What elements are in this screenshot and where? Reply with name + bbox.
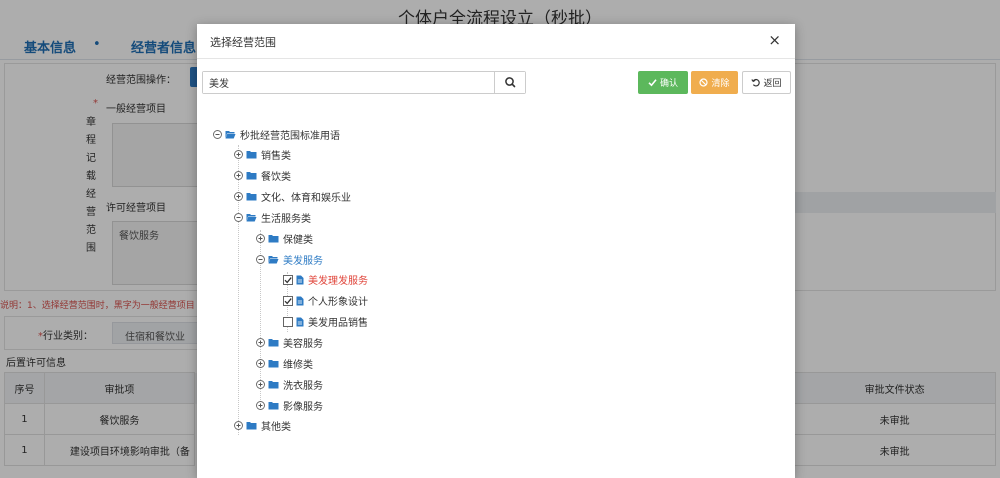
undo-icon xyxy=(751,79,761,87)
tree-node-label: 维修类 xyxy=(283,359,313,371)
file-icon xyxy=(296,275,304,285)
tree-node-label: 销售类 xyxy=(261,151,291,163)
confirm-button[interactable]: 确认 xyxy=(638,71,688,94)
dialog-title: 选择经营范围 xyxy=(210,36,276,49)
folder-icon xyxy=(268,359,279,368)
dialog-header: 选择经营范围 × xyxy=(197,24,795,59)
folder-open-icon xyxy=(225,130,236,138)
checkbox-checked[interactable] xyxy=(283,295,293,306)
expand-icon[interactable] xyxy=(234,171,243,181)
tree-folder-item[interactable]: 生活服务类 xyxy=(234,209,311,225)
tree-node-label: 餐饮类 xyxy=(261,172,291,184)
expand-icon[interactable] xyxy=(234,150,243,160)
folder-open-icon xyxy=(268,255,279,264)
ban-icon xyxy=(699,78,709,87)
check-icon xyxy=(648,79,657,87)
back-button[interactable]: 返回 xyxy=(742,71,791,94)
expand-icon[interactable] xyxy=(256,233,265,243)
folder-icon xyxy=(268,234,279,243)
clear-button[interactable]: 清除 xyxy=(691,71,738,94)
tree-node-label: 美发用品销售 xyxy=(308,318,368,330)
tree-folder-item[interactable]: 秒批经营范围标准用语 xyxy=(213,126,340,142)
tree-folder-item[interactable]: 美容服务 xyxy=(256,335,323,351)
checkbox-checked[interactable] xyxy=(283,274,293,285)
file-icon xyxy=(296,296,304,306)
expand-icon[interactable] xyxy=(256,379,265,389)
tree-folder-item[interactable]: 保健类 xyxy=(256,230,313,246)
expand-icon[interactable] xyxy=(234,421,243,431)
tree-node-label: 个人形象设计 xyxy=(308,297,368,309)
collapse-icon[interactable] xyxy=(256,254,265,264)
tree-folder-item[interactable]: 影像服务 xyxy=(256,397,323,413)
tree-node-label: 保健类 xyxy=(283,234,313,246)
tree-leaf-item[interactable]: 美发用品销售 xyxy=(283,314,368,330)
tree-leaf-item[interactable]: 美发理发服务 xyxy=(283,272,368,288)
folder-icon xyxy=(246,151,257,159)
tree-node-label: 生活服务类 xyxy=(261,213,311,225)
tree-node-label: 美发理发服务 xyxy=(308,276,368,288)
tree-node-label: 美容服务 xyxy=(283,339,323,350)
search-input[interactable] xyxy=(203,72,495,93)
search-box xyxy=(202,71,526,94)
folder-open-icon xyxy=(246,213,257,222)
scope-select-dialog: 选择经营范围 × 确认 清除 返回 秒批经营范围标准用语销售类餐饮类文化、体育和… xyxy=(197,24,795,478)
tree-node-label: 秒批经营范围标准用语 xyxy=(240,130,340,142)
tree-leaf-item[interactable]: 个人形象设计 xyxy=(283,293,368,309)
expand-icon[interactable] xyxy=(234,192,243,201)
tree-folder-item[interactable]: 维修类 xyxy=(256,355,313,371)
tree-folder-item[interactable]: 美发服务 xyxy=(256,251,323,267)
tree-node-label: 文化、体育和娱乐业 xyxy=(261,193,351,205)
tree-folder-item[interactable]: 其他类 xyxy=(234,418,291,434)
tree-folder-item[interactable]: 洗衣服务 xyxy=(256,376,323,392)
file-icon xyxy=(296,317,304,327)
tree-node-label: 美发服务 xyxy=(283,255,323,267)
folder-icon xyxy=(246,422,257,430)
tree-node-label: 其他类 xyxy=(261,422,291,434)
tree-folder-item[interactable]: 销售类 xyxy=(234,147,291,163)
expand-icon[interactable] xyxy=(256,358,265,368)
collapse-icon[interactable] xyxy=(213,129,222,139)
folder-icon xyxy=(246,193,257,201)
expand-icon[interactable] xyxy=(256,400,265,410)
folder-icon xyxy=(268,401,279,410)
tree-folder-item[interactable]: 餐饮类 xyxy=(234,168,291,184)
checkbox[interactable] xyxy=(283,316,293,327)
folder-icon xyxy=(246,172,257,180)
tree-node-label: 影像服务 xyxy=(283,401,323,413)
search-button[interactable] xyxy=(494,72,525,93)
folder-icon xyxy=(268,380,279,389)
tree-node-label: 洗衣服务 xyxy=(283,380,323,392)
collapse-icon[interactable] xyxy=(234,212,243,222)
expand-icon[interactable] xyxy=(256,338,265,347)
tree-folder-item[interactable]: 文化、体育和娱乐业 xyxy=(234,189,351,205)
close-icon[interactable]: × xyxy=(768,31,781,49)
folder-icon xyxy=(268,339,279,347)
search-icon xyxy=(505,77,516,88)
